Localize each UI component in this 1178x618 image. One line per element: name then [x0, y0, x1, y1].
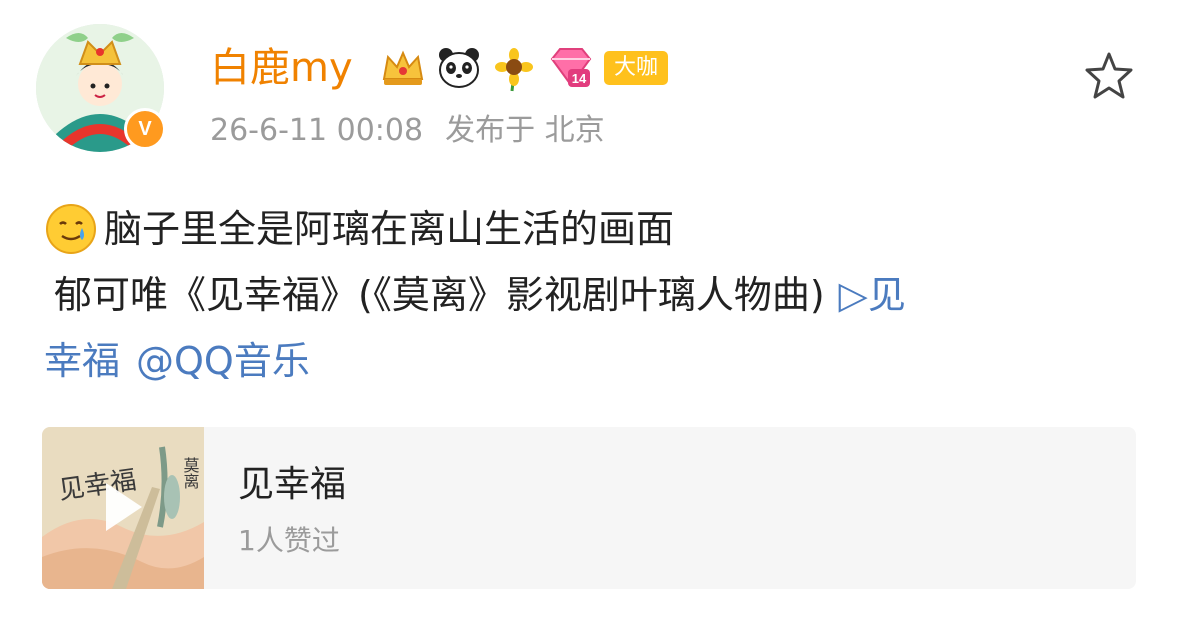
music-title[interactable]: 见幸福 — [238, 463, 346, 507]
post-line-2: 郁可唯《见幸福》(《莫离》影视剧叶璃人物曲) ▷见 — [44, 262, 1134, 328]
verified-badge: V — [124, 108, 166, 150]
panda-icon[interactable] — [434, 43, 484, 93]
diamond-level-icon[interactable]: 14 — [546, 43, 596, 93]
author-badges: 14 大咖 — [378, 42, 669, 94]
vip-tag: 大咖 — [604, 51, 669, 85]
post-body: 脑子里全是阿璃在离山生活的画面 郁可唯《见幸福》(《莫离》影视剧叶璃人物曲) ▷… — [44, 196, 1134, 394]
author-name[interactable]: 白鹿my — [210, 38, 353, 98]
diamond-level-text: 14 — [572, 71, 587, 86]
star-icon[interactable] — [1083, 50, 1135, 102]
crown-icon[interactable] — [378, 43, 428, 93]
post-text-line-1: 脑子里全是阿璃在离山生活的画面 — [104, 207, 675, 251]
post-text-line-2: 郁可唯《见幸福》(《莫离》影视剧叶璃人物曲) — [54, 273, 825, 317]
post-timestamp: 26-6-11 00:08 — [210, 113, 424, 148]
music-card[interactable]: 见幸福 莫离 见幸福 1人赞过 — [42, 427, 1136, 589]
music-likes: 1人赞过 — [238, 524, 340, 557]
qq-music-mention[interactable]: @QQ音乐 — [136, 336, 310, 386]
post-location: 发布于 北京 — [445, 113, 605, 148]
music-link-start[interactable]: ▷见 — [839, 270, 906, 320]
post-line-1: 脑子里全是阿璃在离山生活的画面 — [44, 196, 1134, 262]
album-cover[interactable]: 见幸福 莫离 — [42, 427, 204, 589]
cover-subtitle: 莫离 — [181, 457, 200, 489]
post-line-3: 幸福 @QQ音乐 — [44, 328, 1134, 394]
music-link-end[interactable]: 幸福 — [44, 336, 120, 386]
author-avatar[interactable]: V — [36, 14, 172, 152]
post-meta: 26-6-11 00:08 发布于 北京 — [210, 108, 605, 154]
teary-smile-emoji — [46, 204, 96, 254]
sunflower-icon[interactable] — [490, 43, 540, 93]
